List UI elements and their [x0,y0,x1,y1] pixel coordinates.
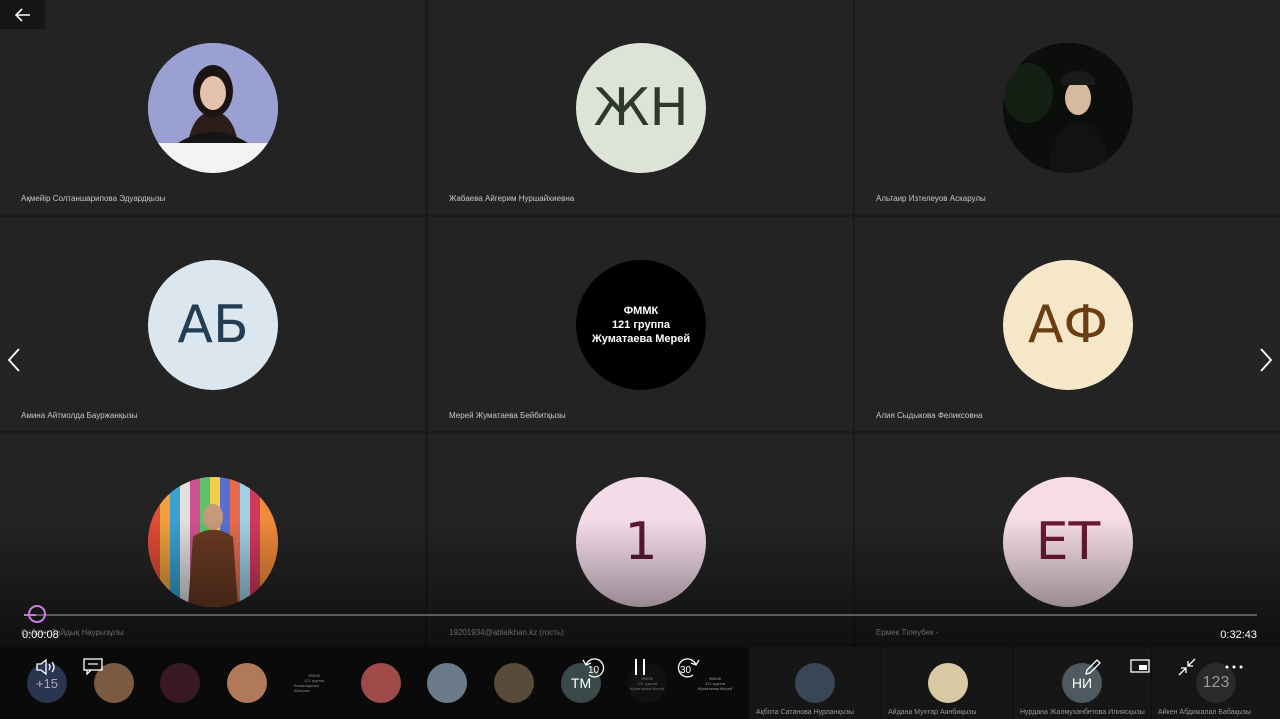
mini-avatar [795,663,835,703]
strip-participant-tile[interactable]: 123 Айкен Абдижалал Бабақызы [1152,647,1280,719]
avatar: ЕТ [1003,477,1133,607]
participant-name: Ақмейір Солтаншарипова Эдуардқызы [21,194,166,203]
captions-icon [83,658,103,675]
more-options-button[interactable] [1222,660,1246,674]
participant-tile[interactable]: АБ Амина Айтмолда Бауржанқызы [0,217,425,431]
avatar [1003,43,1133,173]
more-icon [1225,665,1243,669]
avatar-text: ФММК 121 группа Жуматаева Мерей [592,304,690,346]
avatar: ФММК 121 группа Жуматаева Мерей [576,260,706,390]
avatar-text-line: ФММК [623,305,659,317]
exit-fullscreen-button[interactable] [1176,656,1198,678]
strip-participant-name: Айкен Абдижалал Бабақызы [1158,709,1251,716]
avatar: 1 [576,477,706,607]
mini-avatar[interactable] [427,663,467,703]
avatar-initials: ЖН [593,78,689,138]
participant-tile[interactable]: Альтаир Изтелеуов Аскарулы [855,0,1280,214]
mini-avatar-text-line: Жуматаева Мерей [697,685,733,691]
volume-icon [36,658,55,676]
avatar [148,477,278,607]
mini-avatar-text-line: Жуматаева Мерей [629,685,665,691]
avatar-initials: ЕТ [1035,512,1101,572]
strip-participant-name: Нурдана Жалмуханбетова Илиясқызы [1020,709,1145,716]
participant-tile[interactable]: ФММК 121 группа Жуматаева Мерей Мерей Жу… [428,217,853,431]
participant-name: Мерей Жуматаева Бейбитқызы [449,411,566,420]
avatar-text-line: 121 группа [611,319,671,331]
pause-icon [635,659,645,675]
total-time: 0:32:43 [1220,629,1257,641]
current-time: 0:00:08 [22,629,59,641]
back-button[interactable] [0,0,45,29]
participant-name: Алия Сыдыкова Феликсовна [876,411,983,420]
chevron-right-icon [1260,348,1273,372]
seek-bar[interactable] [24,605,1257,623]
chevron-left-icon [7,348,20,372]
person-photo [148,477,278,607]
participant-tile[interactable]: Ақмейір Солтаншарипова Эдуардқызы [0,0,425,214]
mini-avatar[interactable] [160,663,200,703]
rewind-button[interactable]: 10 [580,656,606,680]
participant-name: Ермек Тілеубек - [876,628,939,637]
volume-button[interactable] [34,656,58,678]
mini-avatar [928,663,968,703]
previous-page-button[interactable] [5,346,25,374]
exit-fullscreen-icon [1178,658,1196,676]
strip-participant-tile[interactable]: Айдана Мухтар Аянбиқызы [882,647,1012,719]
avatar: АБ [148,260,278,390]
forward-button[interactable]: 30 [676,656,702,680]
participant-tile[interactable]: АФ Алия Сыдыкова Феликсовна [855,217,1280,431]
avatar: АФ [1003,260,1133,390]
pen-icon [1085,659,1101,675]
avatar-initials: 1 [624,512,658,572]
avatar-initials: АБ [177,295,249,355]
participant-tile[interactable]: ЖН Жабаева Айгерим Нуршайхиевна [428,0,853,214]
participant-name: Альтаир Изтелеуов Аскарулы [876,194,986,203]
pause-button[interactable] [630,656,650,678]
next-page-button[interactable] [1255,346,1275,374]
strip-participant-name: Ақбота Сатанова Нурланқызы [756,709,854,716]
avatar-initials: АФ [1027,295,1109,355]
mini-avatar[interactable] [494,663,534,703]
participant-name: 19201934@ablaikhan.kz (гость) [449,628,564,637]
forward-seconds: 30 [680,665,692,676]
mini-avatar[interactable] [361,663,401,703]
mini-avatar-text-line: Бекмолдиева Айгерим [294,683,319,693]
avatar: ЖН [576,43,706,173]
mini-avatar-text[interactable]: ФММК 121 группа Бекмолдиева Айгерим [294,663,334,703]
strip-participant-name: Айдана Мухтар Аянбиқызы [888,709,977,716]
avatar [148,43,278,173]
participant-grid: Ақмейір Солтаншарипова Эдуардқызы ЖН Жаб… [0,0,1280,648]
person-photo [148,43,278,173]
avatar-text-line: Жуматаева Мерей [591,333,691,345]
seek-thumb[interactable] [28,605,46,623]
miniplayer-icon [1130,659,1150,673]
miniplayer-button[interactable] [1129,657,1151,675]
participant-name: Жабаева Айгерим Нуршайхиевна [449,194,575,203]
strip-participant-tile[interactable]: Ақбота Сатанова Нурланқызы [750,647,880,719]
person-photo [1003,43,1133,173]
captions-button[interactable] [82,656,104,676]
arrow-left-icon [14,7,30,22]
pen-button[interactable] [1082,656,1104,678]
participant-name: Амина Айтмолда Бауржанқызы [21,411,138,420]
mini-avatar[interactable] [227,663,267,703]
rewind-seconds: 10 [588,665,600,676]
